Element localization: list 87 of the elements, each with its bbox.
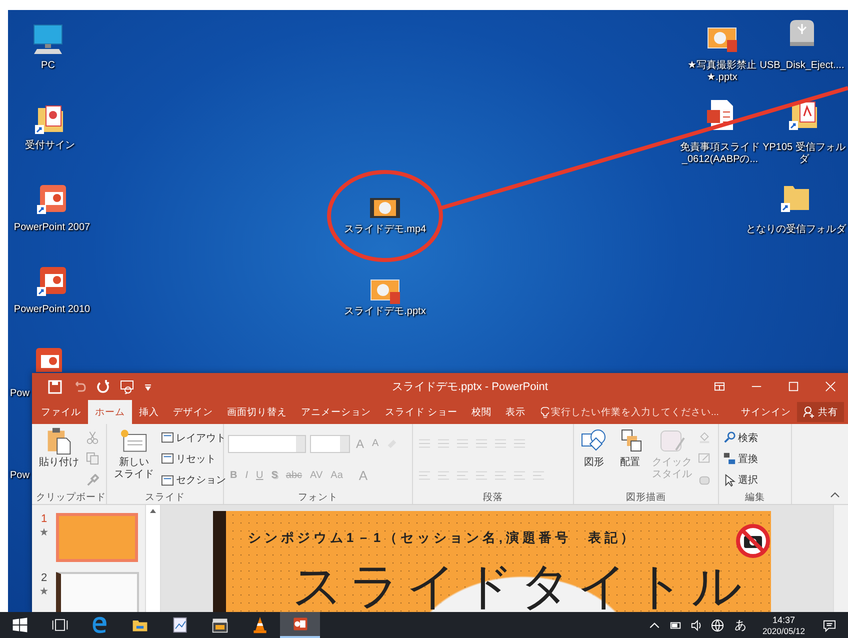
cursor-icon [723,474,736,487]
icon-label[interactable]: PC [23,60,73,72]
person-add-icon [803,406,815,418]
slide-thumbnail[interactable] [56,572,139,612]
traffic-cone-icon [251,616,269,634]
task-view-icon [51,616,69,634]
ribbon-tab[interactable]: デザイン [166,400,220,424]
save-icon[interactable] [48,380,62,394]
clock-time[interactable]: 14:37 [772,614,795,626]
presentation-app-button[interactable] [280,612,320,638]
notification-icon[interactable] [823,618,836,632]
icon-label[interactable]: となりの受信フォルダ [745,224,847,236]
clipboard-icon [45,427,73,455]
ribbon-tab[interactable]: 表示 [498,400,533,424]
ribbon-options-icon[interactable] [714,381,725,392]
presentation-app-icon[interactable] [35,264,69,298]
icon-label[interactable]: スライドデモ.mp4 [339,224,431,236]
drawing-command-button[interactable]: 図形 [578,427,610,491]
group-label: フォント [297,491,339,504]
globe-icon[interactable] [711,618,724,632]
sign-in-link[interactable]: サインイン [735,400,797,424]
star-icon [40,587,48,595]
slide-layout-icon [161,474,174,487]
slide-number: 2 [40,572,48,584]
customize-caret-icon[interactable] [144,382,152,390]
presentation-app-icon[interactable] [35,182,69,216]
icon-label[interactable]: YP105 受信フォルダ [761,142,847,166]
slideshow-icon[interactable] [120,380,134,394]
ribbon-tab[interactable]: ファイル [34,400,88,424]
browser-icon [91,616,109,634]
ribbon-tab[interactable]: アニメーション [294,400,378,424]
slide-layout-icon [161,431,174,444]
ribbon-tab[interactable]: 画面切り替え [220,400,294,424]
icon-label[interactable]: Pow [10,388,30,400]
ribbon-command[interactable]: レイアウト [161,430,226,445]
scrollbar[interactable] [145,505,161,612]
icon-label[interactable]: PowerPoint 2010 [9,304,95,316]
volume-icon[interactable] [690,618,704,632]
no-camera-icon [735,523,771,559]
icon-label[interactable]: PowerPoint 2007 [9,222,95,234]
windows-logo-icon [11,616,29,634]
group-label: 段落 [482,491,504,504]
close-icon[interactable] [825,381,836,392]
collapse-ribbon-icon[interactable] [830,492,840,498]
group-label: スライド [144,491,186,504]
ribbon-tab[interactable]: 挿入 [132,400,166,424]
ribbon-command[interactable]: セクション [161,473,226,488]
input-mode-indicator[interactable]: あ [728,616,752,634]
ribbon-command[interactable]: リセット [161,452,226,466]
icon-label[interactable]: USB_Disk_Eject.... [758,60,846,72]
clapperboard-icon [211,616,229,634]
icon-label[interactable]: Pow [10,470,30,482]
ribbon-command[interactable]: 置換 [723,452,758,466]
group-label: クリップボード [36,491,102,504]
icon-label[interactable]: 受付サイン [20,140,80,152]
search-icon [723,431,736,444]
monitor-icon[interactable] [31,22,65,56]
paste-button[interactable]: 貼り付け [36,427,82,491]
clock-date[interactable]: 2020/05/12 [762,626,805,636]
scroll-up-icon[interactable] [149,508,157,514]
ribbon-command[interactable]: 検索 [723,430,758,445]
chart-document-icon [171,616,189,634]
share-button[interactable]: 共有 [797,402,844,422]
slide-number: 1 [40,513,48,525]
new-slide-button[interactable]: 新しい スライド [111,427,157,491]
icon-label[interactable]: 免責事項スライド_0612(AABPの... [678,142,762,166]
tell-me-field[interactable]: 実行したい作業を入力してください... [549,400,735,424]
slide-thumbnail[interactable] [56,513,138,562]
drawing-command-button[interactable]: 配置 [614,427,646,491]
slide-layout-icon [161,452,174,466]
redo-icon[interactable] [96,380,110,394]
replace-icon [723,452,736,466]
maximize-icon[interactable] [788,381,799,392]
ribbon-command[interactable]: 選択 [723,473,758,488]
icon-label[interactable]: ★写真撮影禁止★.pptx [685,60,759,84]
slide-subtitle: シンポジウム1－1（セッション名,演題番号 表記） [248,529,638,547]
group-label: 編集 [744,491,766,504]
ribbon-tab[interactable]: ホーム [88,400,132,424]
ribbon-tab[interactable]: 校閲 [464,400,499,424]
presentation-app-icon [291,615,309,633]
lightbulb-icon [540,406,549,418]
ribbon-tab[interactable]: スライド ショー [378,400,465,424]
scrollbar[interactable] [833,505,848,612]
window-title: スライドデモ.pptx - PowerPoint [391,380,549,394]
group-label: 図形描画 [625,491,667,504]
star-icon [40,528,48,536]
icon-label[interactable]: スライドデモ.pptx [339,306,431,318]
